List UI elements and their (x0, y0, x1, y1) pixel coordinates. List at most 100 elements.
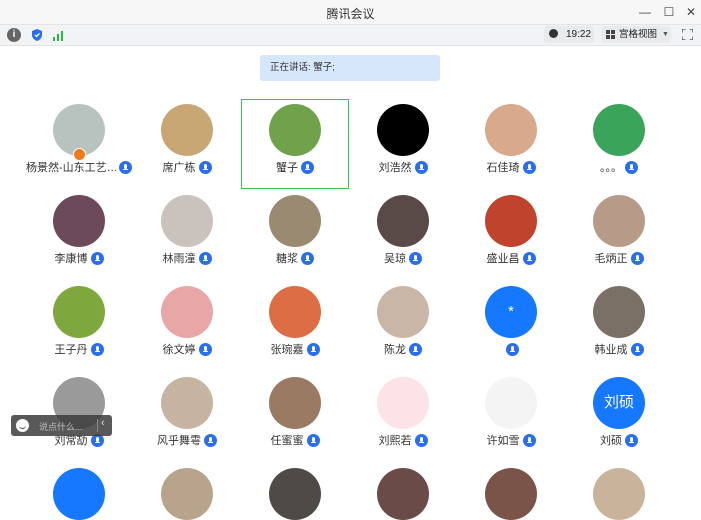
participant-tile[interactable]: 蟹子 (241, 99, 349, 189)
participant-name-row: 李康博 (25, 251, 133, 267)
meeting-timer[interactable]: 19:22 (544, 26, 594, 43)
participant-tile[interactable]: 韩业成 (565, 281, 673, 371)
avatar-text: * (508, 303, 514, 320)
mic-icon (522, 434, 536, 447)
participant-tile[interactable]: 。。。 (565, 99, 673, 189)
avatar (485, 104, 537, 156)
avatar (161, 377, 213, 429)
avatar (161, 468, 213, 520)
participant-tile[interactable]: 杨景然-山东工艺… (25, 99, 133, 189)
avatar (53, 468, 105, 520)
view-mode-label: 宫格视图 (619, 29, 658, 40)
participant-tile[interactable]: 任蜜蜜 (241, 372, 349, 462)
grid-view-icon (606, 30, 615, 39)
participant-tile[interactable]: * (457, 281, 565, 371)
participant-name: 刘浩然 (378, 162, 412, 174)
participant-name: 王子丹 (54, 344, 88, 356)
avatar (377, 104, 429, 156)
signal-icon[interactable] (52, 28, 66, 42)
avatar (593, 286, 645, 338)
participant-name: 李康博 (54, 253, 88, 265)
participant-name-row: 糖浆 (241, 251, 349, 267)
participant-tile[interactable]: 张琬嘉 (241, 281, 349, 371)
avatar (269, 104, 321, 156)
mic-icon (409, 252, 422, 265)
mic-icon (198, 252, 212, 265)
participant-name-row (457, 342, 565, 358)
participant-name-row: 林雨潼 (133, 251, 241, 267)
participant-name-row: 刘熙若 (349, 433, 457, 449)
window-title: 腾讯会议 (326, 7, 375, 21)
chevron-left-icon[interactable]: ‹ (101, 417, 105, 429)
mic-icon (630, 252, 644, 265)
view-mode-dropdown[interactable]: 宫格视图 ▼ (601, 26, 671, 43)
participant-name: 杨景然-山东工艺… (26, 162, 116, 174)
participant-name: 。。。 (600, 162, 622, 174)
participant-name: 林雨潼 (162, 253, 196, 265)
participant-tile[interactable]: 许如雪 (457, 372, 565, 462)
shield-icon[interactable] (30, 28, 44, 42)
participant-tile[interactable]: 徐文婷 (133, 281, 241, 371)
avatar (269, 377, 321, 429)
avatar (161, 286, 213, 338)
participant-tile[interactable]: 吴琼 (349, 190, 457, 280)
participant-tile[interactable]: 石佳琦 (457, 99, 565, 189)
participant-tile[interactable]: 刘熙若 (349, 372, 457, 462)
avatar: 刘硕 (593, 377, 645, 429)
avatar (269, 195, 321, 247)
speaking-banner: 正在讲话: 蟹子; (260, 55, 440, 81)
minimize-icon[interactable]: — (636, 3, 654, 21)
participant-tile[interactable]: 李康博 (25, 190, 133, 280)
participant-name-row: 。。。 (565, 160, 673, 176)
participant-name-row: 吴琼 (349, 251, 457, 267)
avatar-text: 刘硕 (603, 394, 634, 411)
participant-name-row: 许如雪 (457, 433, 565, 449)
participant-name: 盛业昌 (486, 253, 520, 265)
close-icon[interactable]: ✕ (682, 3, 700, 21)
participant-tile[interactable]: 刘浩然 (349, 99, 457, 189)
participant-name: 韩业成 (594, 344, 628, 356)
participant-tile[interactable]: 陈龙 (349, 281, 457, 371)
avatar (377, 377, 429, 429)
mic-icon (301, 252, 314, 265)
avatar (593, 104, 645, 156)
info-icon[interactable]: i (7, 28, 21, 42)
mic-icon (630, 343, 644, 356)
mic-icon (625, 434, 638, 447)
participant-name-row: 韩业成 (565, 342, 673, 358)
participant-name-row: 盛业昌 (457, 251, 565, 267)
participant-name-row: 徐文婷 (133, 342, 241, 358)
avatar (161, 104, 213, 156)
timer-text: 19:22 (566, 29, 592, 40)
participant-tile[interactable]: 盛业昌 (457, 190, 565, 280)
meeting-toolbar: i 19:22 宫格视图 ▼ (0, 24, 701, 46)
participant-tile[interactable]: 林雨潼 (133, 190, 241, 280)
participant-tile[interactable]: 王子丹 (25, 281, 133, 371)
participant-name: 徐文婷 (162, 344, 196, 356)
participant-tile[interactable]: 糖浆 (241, 190, 349, 280)
mic-icon (306, 343, 320, 356)
participant-name: 刘熙若 (378, 435, 412, 447)
avatar (53, 286, 105, 338)
participant-name: 风乎舞雩 (157, 435, 201, 447)
participant-name-row: 石佳琦 (457, 160, 565, 176)
avatar (269, 286, 321, 338)
mic-icon (90, 343, 104, 356)
mic-icon (204, 434, 217, 447)
participant-tile[interactable]: 毛炳正 (565, 190, 673, 280)
participant-name: 糖浆 (276, 253, 298, 265)
participant-name-row: 杨景然-山东工艺… (25, 160, 133, 176)
participant-tile[interactable]: 刘硕 刘硕 (565, 372, 673, 462)
emoji-icon[interactable] (16, 419, 29, 432)
chat-input[interactable]: 说点什么... ‹ (11, 415, 112, 436)
maximize-icon[interactable]: ☐ (660, 3, 678, 21)
mic-icon (198, 161, 212, 174)
participant-name-row: 席广栋 (133, 160, 241, 176)
participant-name-row: 陈龙 (349, 342, 457, 358)
participant-tile[interactable]: 风乎舞雩 (133, 372, 241, 462)
avatar: * (485, 286, 537, 338)
fullscreen-icon[interactable] (682, 29, 693, 40)
participant-name: 毛炳正 (594, 253, 628, 265)
participant-tile[interactable]: 席广栋 (133, 99, 241, 189)
participant-name-row: 张琬嘉 (241, 342, 349, 358)
